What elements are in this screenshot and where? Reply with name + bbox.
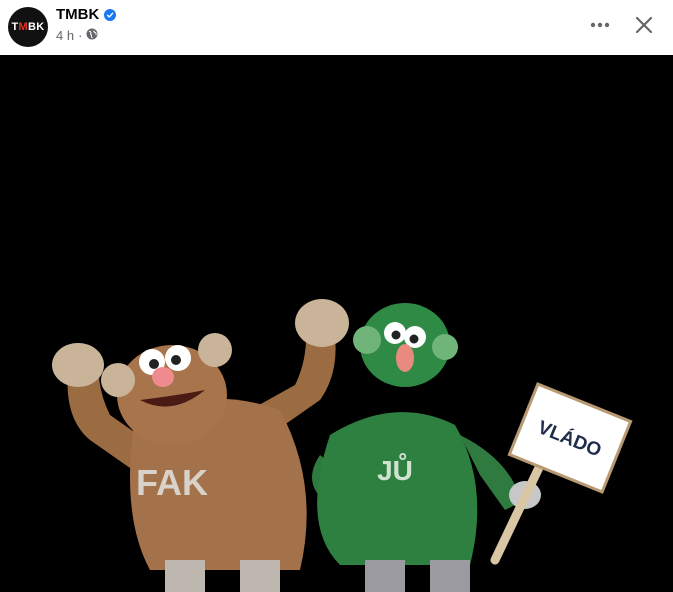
globe-icon bbox=[86, 28, 98, 43]
verified-badge-icon bbox=[104, 8, 117, 21]
more-options-button[interactable] bbox=[585, 10, 615, 40]
close-button[interactable] bbox=[629, 10, 659, 40]
page-avatar[interactable]: TMBK bbox=[8, 7, 48, 47]
right-puppet-label: JŮ bbox=[377, 453, 413, 486]
post-time[interactable]: 4 h bbox=[56, 28, 74, 43]
post-header: TMBK TMBK 4 h · bbox=[0, 0, 673, 55]
post-image[interactable]: FAK JŮ VLÁDO bbox=[0, 55, 673, 592]
header-actions bbox=[585, 10, 659, 40]
puppet-photo: FAK JŮ VLÁDO bbox=[0, 55, 673, 592]
close-icon bbox=[635, 16, 653, 34]
avatar-logo-text: TMBK bbox=[11, 21, 45, 33]
left-puppet-label: FAK bbox=[136, 462, 208, 503]
meta-separator: · bbox=[78, 28, 83, 43]
post-meta: 4 h · bbox=[56, 28, 98, 43]
more-options-icon bbox=[590, 22, 610, 28]
page-name[interactable]: TMBK bbox=[56, 6, 99, 23]
page-name-row: TMBK bbox=[56, 6, 117, 23]
